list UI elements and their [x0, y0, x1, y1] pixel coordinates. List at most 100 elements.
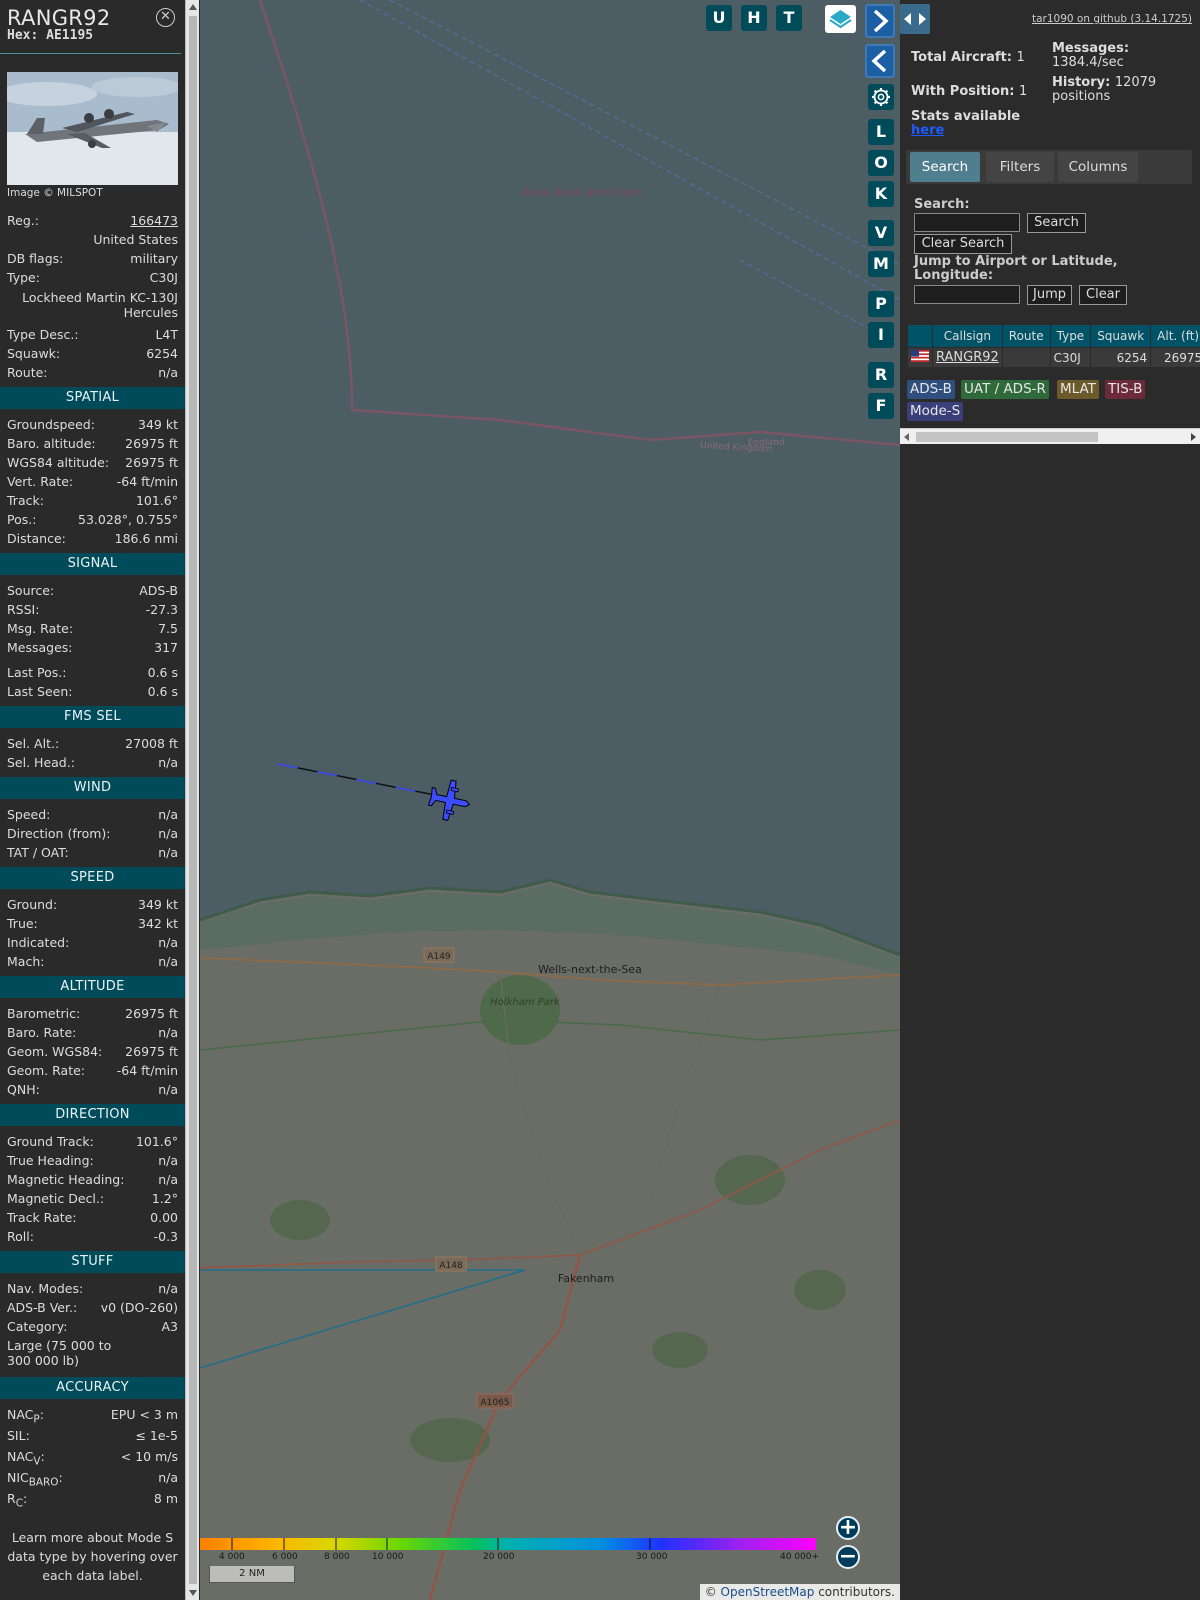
map-button-k[interactable]: K [868, 181, 894, 207]
table-horizontal-scrollbar[interactable] [900, 428, 1200, 444]
scroll-up-icon[interactable] [189, 4, 197, 10]
map-button-v[interactable]: V [868, 220, 894, 246]
info-row: Direction (from): n/a [7, 826, 178, 841]
stats-link[interactable]: here [911, 123, 944, 138]
section-accuracy: ACCURACY [0, 1377, 185, 1399]
settings-button[interactable] [868, 84, 894, 110]
info-row: TAT / OAT: n/a [7, 845, 178, 860]
gear-icon [872, 88, 890, 106]
info-row: Distance: 186.6 nmi [7, 531, 178, 546]
map-button-i[interactable]: I [868, 322, 894, 348]
section-direction: DIRECTION [0, 1104, 185, 1126]
aircraft-photo[interactable] [7, 72, 178, 185]
info-row: Mach: n/a [7, 954, 178, 969]
clear-button[interactable]: Clear [1079, 285, 1127, 305]
info-row: Vert. Rate: -64 ft/min [7, 474, 178, 489]
info-panel-scrollbar[interactable] [185, 0, 199, 1600]
column-header-callsign[interactable]: Callsign [933, 325, 1002, 347]
sidebar-toggle-button[interactable] [900, 4, 930, 34]
clear-search-button[interactable]: Clear Search [914, 234, 1012, 254]
scale-bar: 2 NM [209, 1566, 295, 1583]
aircraft-photo-image [7, 72, 178, 185]
column-header-altitude[interactable]: Alt. (ft) [1151, 325, 1200, 347]
search-input[interactable] [914, 213, 1020, 232]
scroll-right-icon[interactable] [1191, 433, 1196, 441]
total-aircraft: Total Aircraft: 1 [911, 50, 1025, 65]
map-button-m[interactable]: M [868, 251, 894, 277]
map-button-p[interactable]: P [868, 291, 894, 317]
map-label-holkham: Holkham Park [490, 997, 561, 1008]
info-row-dbflags: DB flags: military [7, 251, 178, 266]
spatial-rows: Groundspeed: 349 kt Baro. altitude: 26975 … [0, 415, 185, 548]
info-row: Geom. WGS84: 26975 ft [7, 1044, 178, 1059]
info-row: Ground: 349 kt [7, 897, 178, 912]
info-row: Groundspeed: 349 kt [7, 417, 178, 432]
map-label-a149: A149 [427, 952, 451, 962]
map-button-l[interactable]: L [868, 119, 894, 145]
info-row-reg: Reg.: 166473 [7, 211, 178, 230]
zoom-in-button[interactable]: + [836, 1516, 860, 1540]
altitude-label: 10 000 [372, 1552, 404, 1562]
info-row: Sel. Head.: n/a [7, 755, 178, 770]
tab-search[interactable]: Search [910, 152, 980, 182]
legend-uat: UAT / ADS-R [961, 380, 1049, 399]
altitude-color-bar [200, 1538, 816, 1550]
column-header-type[interactable]: Type [1050, 325, 1091, 347]
search-button[interactable]: Search [1027, 213, 1086, 233]
tab-filters[interactable]: Filters [986, 152, 1054, 182]
info-row: True Heading: n/a [7, 1153, 178, 1168]
info-row: Track: 101.6° [7, 493, 178, 508]
registration-link[interactable]: 166473 [130, 211, 178, 230]
column-header-route[interactable]: Route [1002, 325, 1050, 347]
info-row-route: Route: n/a [7, 365, 178, 380]
map-button-r[interactable]: R [868, 362, 894, 388]
map-label-england: England [748, 438, 785, 448]
scroll-down-icon[interactable] [189, 1590, 197, 1596]
tab-columns[interactable]: Columns [1058, 152, 1138, 182]
type-cell: C30J [1050, 348, 1091, 367]
zoom-out-button[interactable]: − [836, 1545, 860, 1569]
info-row: Baro. Rate: n/a [7, 1025, 178, 1040]
with-position: With Position: 1 [911, 84, 1028, 99]
table-row[interactable]: RANGR92 C30J 6254 26975 [908, 348, 1200, 367]
info-row: Last Seen: 0.6 s [7, 684, 178, 699]
scrollbar-thumb[interactable] [916, 432, 1098, 442]
close-icon[interactable]: ✕ [156, 8, 175, 27]
altitude-label: 6 000 [272, 1552, 298, 1562]
github-link[interactable]: tar1090 on github (3.14.1725) [1032, 13, 1192, 25]
map-label-wells: Wells-next-the-Sea [538, 963, 642, 976]
map-button-h[interactable]: H [741, 5, 767, 31]
info-row: Nav. Modes: n/a [7, 1281, 178, 1296]
map-button-u[interactable]: U [706, 5, 732, 31]
map-button-f[interactable]: F [868, 393, 894, 419]
info-row: Messages: 317 [7, 640, 178, 655]
squawk-cell: 6254 [1091, 348, 1151, 367]
map-button-t[interactable]: T [776, 5, 802, 31]
jump-button[interactable]: Jump [1027, 285, 1072, 305]
info-row: NACV: < 10 m/s [7, 1449, 178, 1468]
map-button-o[interactable]: O [868, 150, 894, 176]
map-canvas[interactable]: Race Bank Wind Farm United Kingdom Engla… [200, 0, 900, 1600]
legend-modes: Mode-S [907, 402, 964, 421]
column-header-flag[interactable] [908, 325, 932, 347]
info-row: Category: A3 [7, 1319, 178, 1334]
back-button[interactable] [865, 44, 895, 78]
layers-button[interactable] [825, 5, 856, 33]
column-header-squawk[interactable]: Squawk [1091, 325, 1151, 347]
map-label-a1065: A1065 [480, 1398, 509, 1408]
stats-available: Stats available here [911, 109, 1021, 138]
callsign-cell[interactable]: RANGR92 [933, 348, 1002, 367]
forward-button[interactable] [865, 4, 895, 38]
info-row-typedesc: Type Desc.: L4T [7, 327, 178, 342]
altitude-label: 4 000 [219, 1552, 245, 1562]
messages-rate: Messages: 1384.4/sec [1052, 41, 1130, 70]
info-row: Magnetic Decl.: 1.2° [7, 1191, 178, 1206]
osm-link[interactable]: OpenStreetMap [721, 1585, 815, 1599]
info-row: Msg. Rate: 7.5 [7, 621, 178, 636]
jump-input[interactable] [914, 285, 1020, 304]
altitude-cell: 26975 [1151, 348, 1200, 367]
scroll-left-icon[interactable] [904, 433, 909, 441]
info-row: Track Rate: 0.00 [7, 1210, 178, 1225]
info-row-type: Type: C30J [7, 270, 178, 285]
scrollbar-thumb[interactable] [189, 16, 197, 1584]
